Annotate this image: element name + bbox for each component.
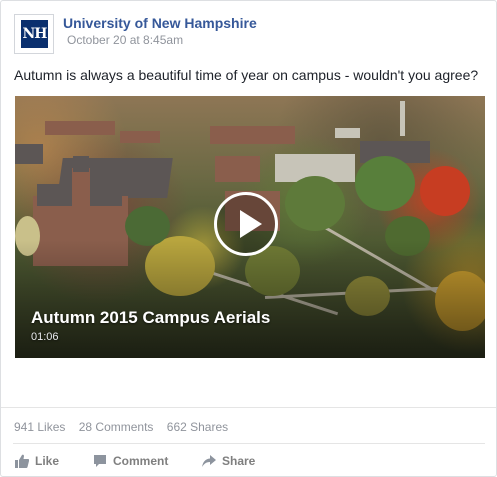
video-title: Autumn 2015 Campus Aerials xyxy=(31,308,271,327)
engagement-stats: 941 Likes 28 Comments 662 Shares xyxy=(14,420,238,434)
post-timestamp[interactable]: October 20 at 8:45am xyxy=(67,33,183,47)
share-label: Share xyxy=(222,454,256,468)
play-button[interactable] xyxy=(214,192,278,256)
video-player[interactable]: Autumn 2015 Campus Aerials 01:06 xyxy=(15,96,485,358)
like-label: Like xyxy=(35,454,60,468)
play-icon xyxy=(240,210,262,238)
page-name-link[interactable]: University of New Hampshire xyxy=(63,15,257,31)
post-text: Autumn is always a beautiful time of yea… xyxy=(14,67,479,83)
comment-label: Comment xyxy=(113,454,169,468)
comment-button[interactable]: Comment xyxy=(93,453,173,469)
likes-count-link[interactable]: 941 Likes xyxy=(14,420,65,434)
post-card: NH University of New Hampshire October 2… xyxy=(0,0,497,477)
page-avatar[interactable]: NH xyxy=(14,14,54,54)
share-button[interactable]: Share xyxy=(202,453,262,469)
speech-bubble-icon xyxy=(94,455,106,467)
unh-logo: NH xyxy=(21,20,48,48)
divider xyxy=(13,443,485,444)
shares-count-link[interactable]: 662 Shares xyxy=(167,420,228,434)
video-duration: 01:06 xyxy=(31,331,59,343)
thumbs-up-icon xyxy=(15,454,29,468)
divider xyxy=(1,407,496,408)
share-arrow-icon xyxy=(202,455,216,467)
like-button[interactable]: Like xyxy=(15,453,65,469)
comments-count-link[interactable]: 28 Comments xyxy=(79,420,154,434)
